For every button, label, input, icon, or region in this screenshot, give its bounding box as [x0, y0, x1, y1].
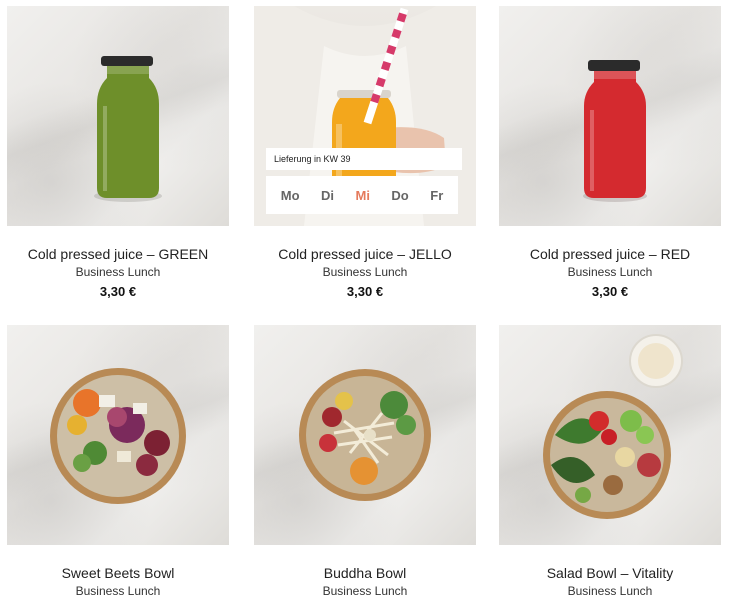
product-category: Business Lunch: [75, 265, 161, 279]
product-card-jello-juice[interactable]: Lieferung in KW 39 Mo Di Mi Do Fr Cold p…: [254, 6, 476, 300]
product-price: 3,30 €: [99, 284, 137, 299]
product-category: Business Lunch: [567, 265, 653, 279]
product-card-salad-bowl-vitality[interactable]: Salad Bowl – Vitality Business Lunch: [499, 325, 721, 599]
product-card-red-juice[interactable]: Cold pressed juice – RED Business Lunch …: [499, 6, 721, 300]
product-title[interactable]: Cold pressed juice – RED: [499, 245, 721, 263]
product-price: 3,30 €: [346, 284, 384, 299]
product-title[interactable]: Cold pressed juice – JELLO: [254, 245, 476, 263]
product-image-buddha-bowl[interactable]: [254, 325, 476, 545]
product-title[interactable]: Salad Bowl – Vitality: [499, 564, 721, 582]
day-option-do[interactable]: Do: [391, 188, 408, 203]
day-option-fr[interactable]: Fr: [430, 188, 443, 203]
day-option-di[interactable]: Di: [321, 188, 334, 203]
day-option-mo[interactable]: Mo: [281, 188, 300, 203]
product-card-green-juice[interactable]: Cold pressed juice – GREEN Business Lunc…: [7, 6, 229, 300]
product-category: Business Lunch: [75, 584, 161, 598]
product-title[interactable]: Buddha Bowl: [254, 564, 476, 582]
delivery-day-selector: Mo Di Mi Do Fr: [266, 176, 458, 214]
product-category: Business Lunch: [567, 584, 653, 598]
product-image-jello-juice[interactable]: Lieferung in KW 39 Mo Di Mi Do Fr: [254, 6, 476, 226]
product-title[interactable]: Cold pressed juice – GREEN: [7, 245, 229, 263]
product-image-green-juice[interactable]: [7, 6, 229, 226]
product-card-sweet-beets-bowl[interactable]: Sweet Beets Bowl Business Lunch: [7, 325, 229, 599]
product-price: 3,30 €: [591, 284, 629, 299]
day-option-mi[interactable]: Mi: [355, 188, 369, 203]
product-title[interactable]: Sweet Beets Bowl: [7, 564, 229, 582]
product-image-sweet-beets-bowl[interactable]: [7, 325, 229, 545]
delivery-week-label: Lieferung in KW 39: [266, 148, 462, 170]
product-image-salad-bowl-vitality[interactable]: [499, 325, 721, 545]
product-image-red-juice[interactable]: [499, 6, 721, 226]
product-category: Business Lunch: [322, 584, 408, 598]
product-card-buddha-bowl[interactable]: Buddha Bowl Business Lunch: [254, 325, 476, 599]
product-category: Business Lunch: [322, 265, 408, 279]
